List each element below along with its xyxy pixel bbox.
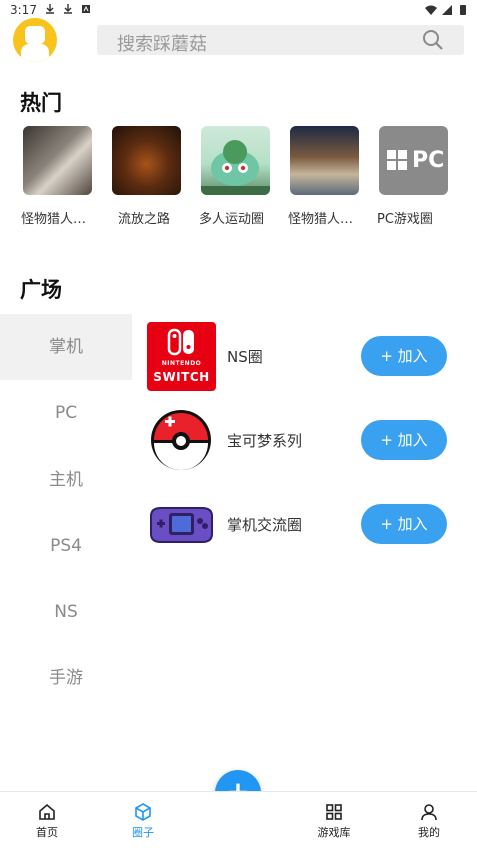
bottom-navigation: 首页 圈子 游戏库 我的 [0,791,477,848]
bulbasaur-image [201,140,270,195]
hot-item-label: 多人运动圈 [199,212,265,227]
search-bar[interactable]: 搜索踩蘑菇 [97,25,464,55]
pokeball-circle-logo [147,406,216,475]
category-item-ns[interactable]: NS [0,579,132,645]
hot-section-title: 热门 [20,91,62,115]
nav-label: 游戏库 [317,826,351,839]
avatar-face [25,26,45,44]
signal-icon [442,5,452,15]
pokeball-icon [151,410,211,470]
pc-thumb-text: PC [412,148,445,173]
nav-item-mine[interactable]: 我的 [399,802,459,840]
status-time: 3:17 [10,3,37,17]
ns-logo-text: SWITCH [153,370,210,384]
download-icon [64,4,72,14]
hot-item-label: 怪物猎人… [288,212,354,227]
nav-label: 圈子 [132,826,154,839]
grid-icon [326,804,342,820]
search-placeholder: 搜索踩蘑菇 [117,34,207,55]
nav-item-circles[interactable]: 圈子 [113,802,173,840]
status-system-icons [425,4,469,16]
battery-icon [460,5,466,15]
nav-item-game-library[interactable]: 游戏库 [304,802,364,840]
category-item-console[interactable]: 主机 [0,447,132,513]
status-bar: 3:17 [0,0,477,20]
category-sidebar: 掌机 PC 主机 PS4 NS 手游 [0,314,132,714]
nav-label: 首页 [36,826,58,839]
hot-item-thumbnail [201,126,270,195]
status-notification-icons [44,3,92,15]
join-button[interactable]: + 加入 [361,504,447,544]
avatar[interactable] [13,18,57,62]
search-icon[interactable] [422,29,444,51]
category-item-ps4[interactable]: PS4 [0,513,132,579]
gameboy-advance-icon [150,507,213,543]
circle-name: 宝可梦系列 [227,432,303,450]
avatar-body [21,44,49,62]
hot-item-label: 流放之路 [118,212,171,227]
download-icon [46,4,54,14]
hot-item-label: PC游戏圈 [377,212,433,227]
user-icon [421,804,437,821]
square-section-title: 广场 [20,278,62,302]
circle-row-ns[interactable]: NINTENDO SWITCH NS圈 + 加入 [147,322,457,392]
home-icon [39,803,55,820]
circle-row-pokemon[interactable]: 宝可梦系列 + 加入 [147,406,457,476]
hot-item-thumbnail [290,126,359,195]
hot-item-thumbnail [112,126,181,195]
circle-name: NS圈 [227,348,263,366]
wifi-icon [425,5,437,15]
ns-circle-logo: NINTENDO SWITCH [147,322,216,391]
hot-list: 怪物猎人… 流放之路 多人运动圈 怪物猎人… PC PC游戏圈 [21,126,471,236]
hot-item-label: 怪物猎人… [21,212,87,227]
ns-logo-small-text: NINTENDO [161,360,202,367]
category-item-mobile[interactable]: 手游 [0,645,132,711]
circle-row-handheld-exchange[interactable]: 掌机交流圈 + 加入 [147,490,457,560]
nav-label: 我的 [418,826,440,839]
hot-item-thumbnail: PC [379,126,448,195]
nav-item-home[interactable]: 首页 [17,802,77,840]
join-button[interactable]: + 加入 [361,420,447,460]
join-button[interactable]: + 加入 [361,336,447,376]
category-item-pc[interactable]: PC [0,380,132,446]
hot-item-thumbnail [23,126,92,195]
cube-icon [135,803,151,821]
category-item-handheld[interactable]: 掌机 [0,314,132,380]
app-notification-icon [82,5,90,13]
gba-circle-logo [147,490,216,559]
circle-name: 掌机交流圈 [227,516,303,534]
